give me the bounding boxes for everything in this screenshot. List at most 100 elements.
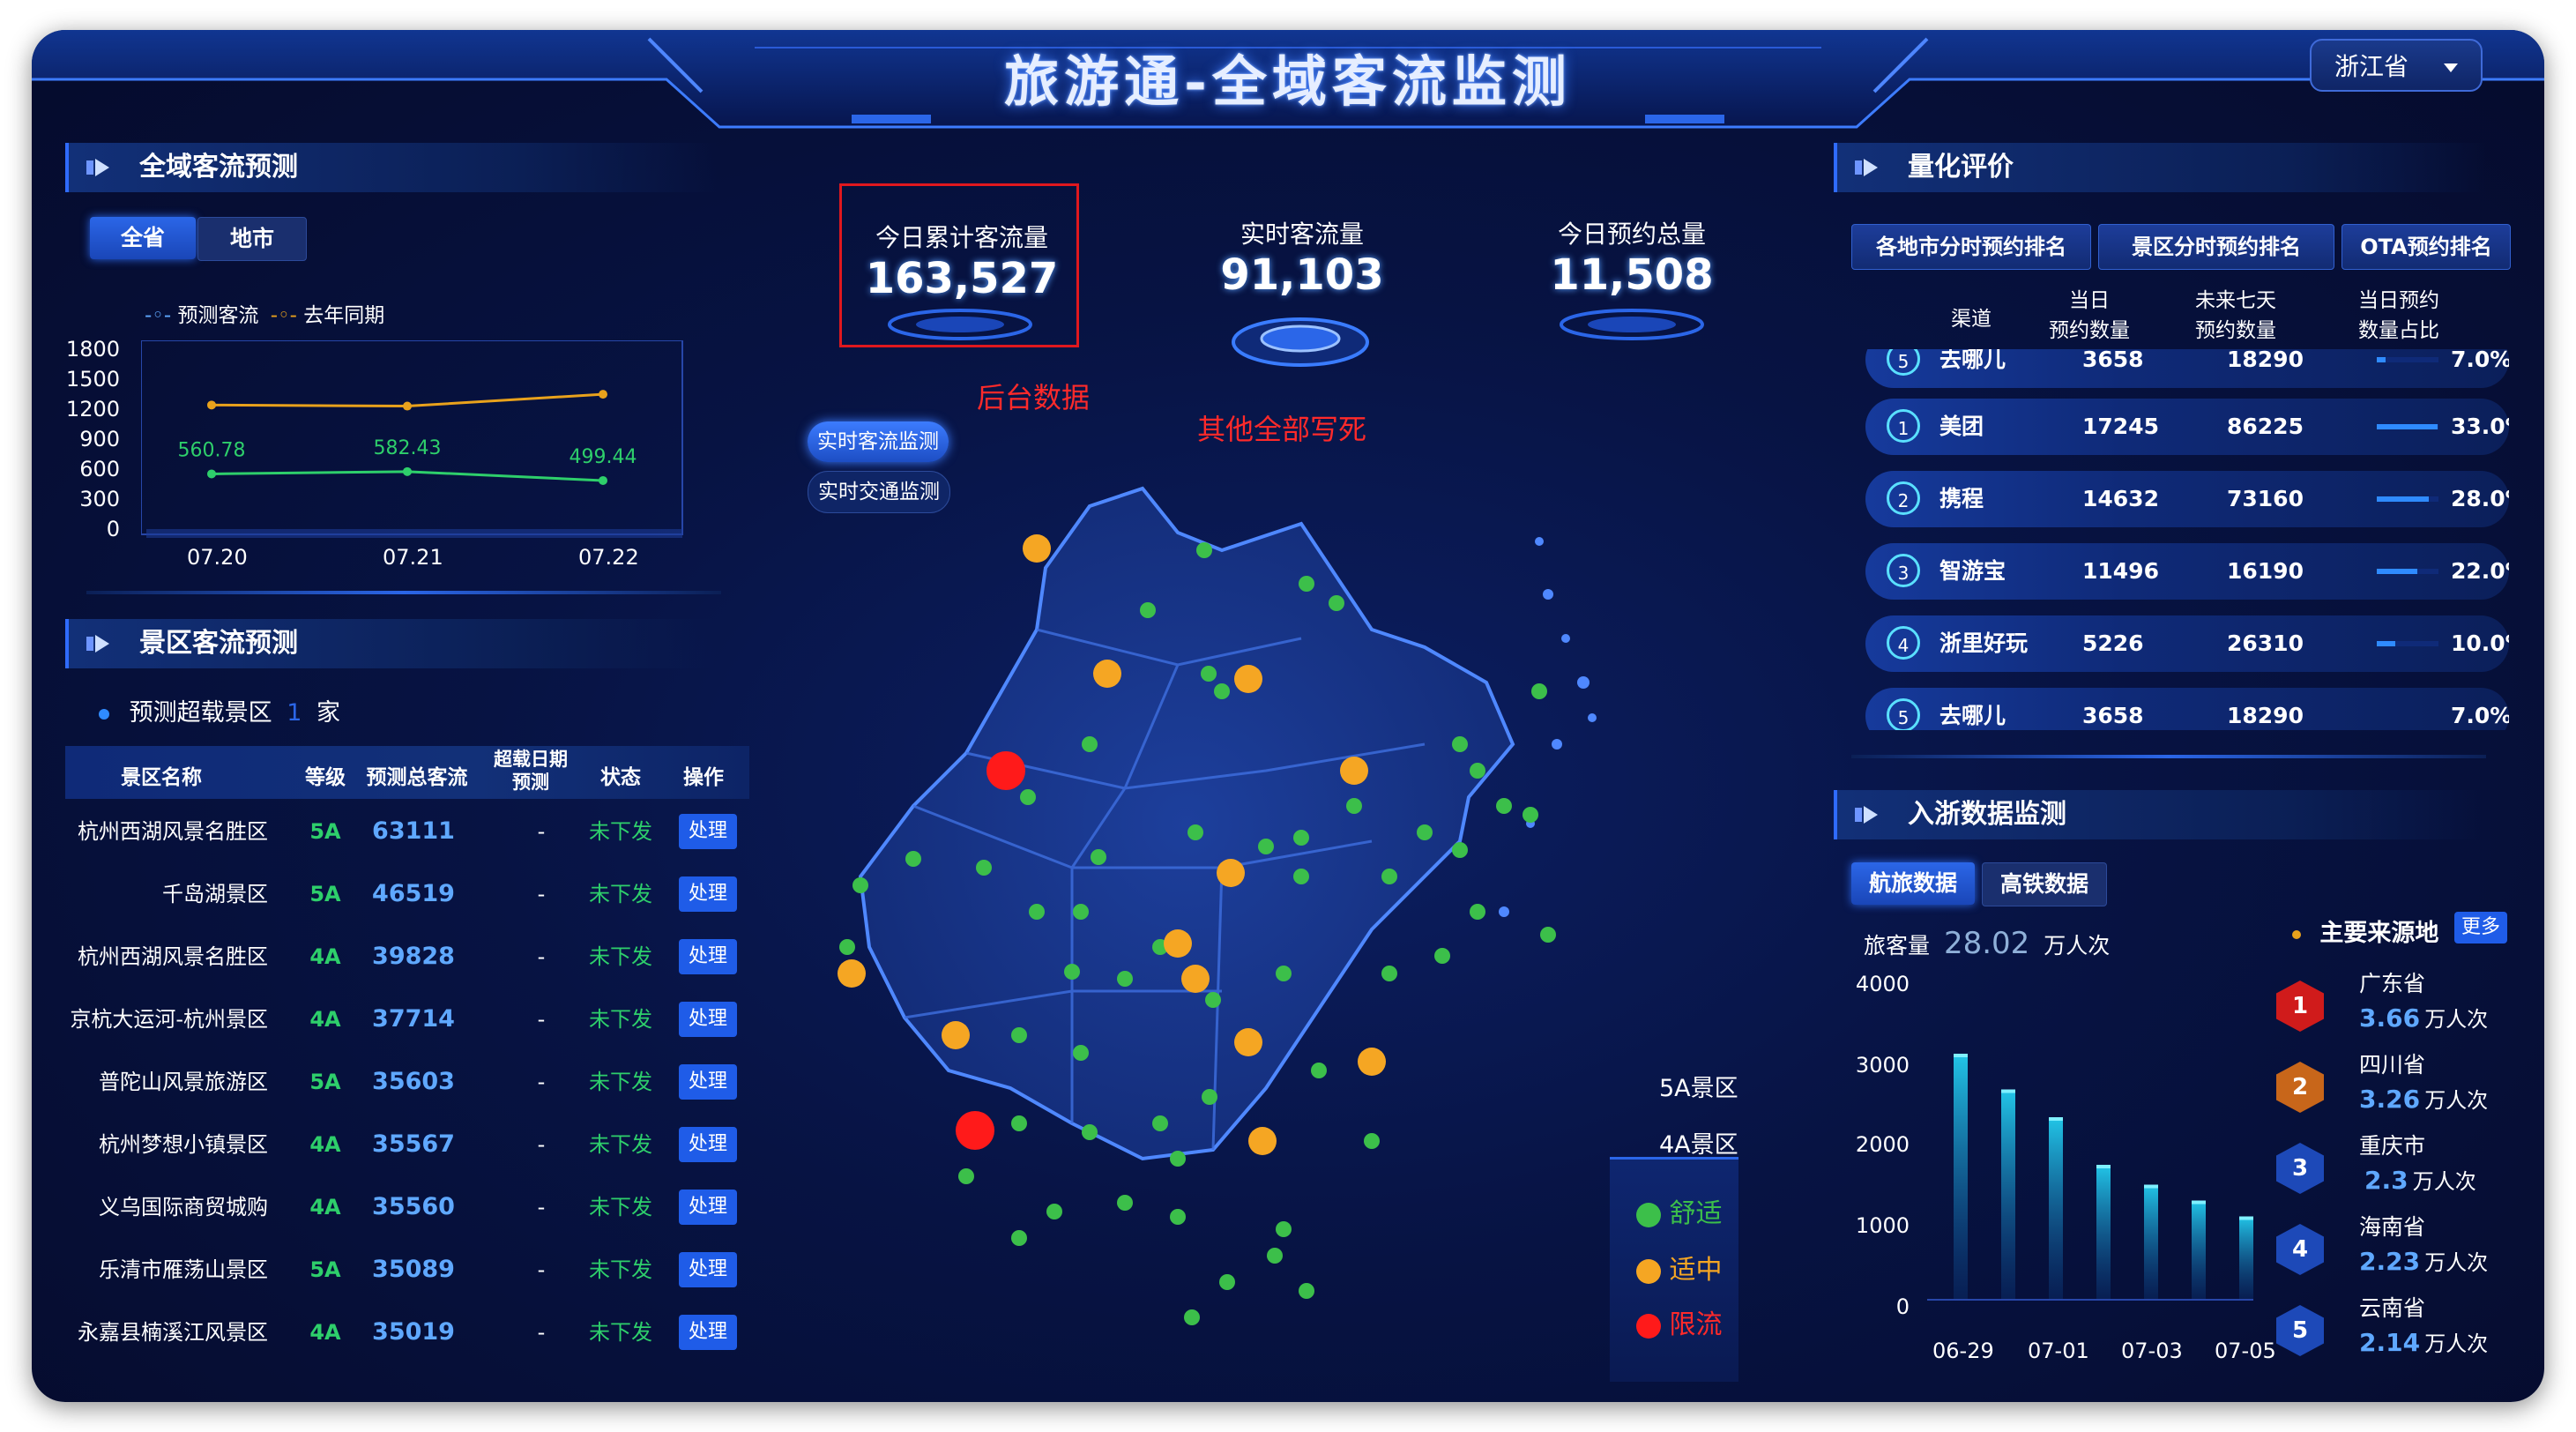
col-week: 未来七天 预约数量 [2195, 289, 2276, 342]
rank-badge: 3 [1887, 554, 1920, 587]
forecast-title: 全域客流预测 [139, 152, 298, 183]
row-level: 4A [309, 1320, 341, 1345]
y-tick: 1000 [1855, 1213, 1910, 1238]
scenic-title: 景区客流预测 [139, 628, 298, 659]
process-button[interactable]: 处理 [679, 1002, 737, 1037]
process-button[interactable]: 处理 [679, 1252, 737, 1287]
source-item: 2 四川省 3.26 万人次 [2276, 1048, 2505, 1132]
row-total: 39828 [372, 943, 455, 970]
source-item: 5 云南省 2.14 万人次 [2276, 1291, 2505, 1376]
tab-city-ranking[interactable]: 各地市分时预约排名 [1851, 224, 2091, 270]
scenic-dot [1496, 798, 1512, 814]
ota-ratio: 10.0% [2451, 630, 2509, 656]
scenic-dot [1117, 971, 1133, 987]
tab-province[interactable]: 全省 [90, 217, 196, 259]
y-tick: 1800 [65, 337, 120, 362]
overload-unit: 家 [316, 699, 340, 727]
process-button[interactable]: 处理 [679, 876, 737, 912]
process-button[interactable]: 处理 [679, 1064, 737, 1100]
scenic-dot [956, 1111, 994, 1150]
bar-cap [2192, 1200, 2206, 1205]
scenic-dot [976, 860, 992, 876]
rank-badge: 4 [1887, 626, 1920, 660]
data-point [599, 475, 607, 485]
more-button[interactable]: 更多 [2454, 912, 2508, 943]
row-total: 35567 [372, 1130, 455, 1158]
data-label: 560.78 [178, 439, 246, 461]
overload-count: 1 [287, 699, 302, 727]
ota-week: 18290 [2227, 349, 2304, 372]
inbound-bar-chart [1927, 1054, 2253, 1301]
scenic-dot [1540, 927, 1556, 943]
row-name: 京杭大运河-杭州景区 [70, 1007, 268, 1032]
eval-panel-title: 量化评价 [1834, 143, 2486, 192]
scenic-dot [1046, 1204, 1062, 1219]
scenic-panel-title: 景区客流预测 [65, 619, 718, 668]
tab-city[interactable]: 地市 [197, 217, 307, 261]
process-button[interactable]: 处理 [679, 1315, 737, 1350]
scenic-dot [1340, 757, 1368, 785]
source-value-line: 3.66 万人次 [2359, 1003, 2489, 1033]
tab-scenic-ranking[interactable]: 景区分时预约排名 [2098, 224, 2334, 270]
col-name: 景区名称 [121, 766, 202, 789]
tab-rail-data[interactable]: 高铁数据 [1982, 862, 2107, 906]
bar [2192, 1200, 2206, 1300]
inbound-title: 入浙数据监测 [1908, 799, 2066, 830]
x-tick: 06-29 [1932, 1339, 1994, 1363]
scenic-dot [1293, 869, 1309, 884]
scenic-dot [1531, 683, 1547, 699]
scenic-dot [1299, 576, 1314, 592]
data-point [207, 469, 216, 479]
forecast-panel-title: 全域客流预测 [65, 143, 718, 192]
scenic-dot [1452, 842, 1468, 858]
scenic-dot [905, 851, 921, 867]
y-tick: 900 [79, 427, 120, 451]
row-state: 未下发 [589, 1257, 652, 1282]
legend-moderate: 适中 [1636, 1248, 1723, 1287]
table-row: 杭州梦想小镇景区 4A 35567 - 未下发 处理 [65, 1114, 749, 1175]
bar [2096, 1165, 2111, 1300]
source-province: 云南省 [2359, 1295, 2426, 1321]
scenic-dot [1093, 660, 1121, 688]
bar-cap [2239, 1216, 2253, 1220]
row-date: - [537, 1257, 546, 1282]
row-total: 35603 [372, 1068, 455, 1095]
scenic-dot [1267, 1248, 1283, 1264]
overload-label: 预测超载景区 [129, 699, 272, 727]
scenic-dot [1164, 929, 1192, 958]
scenic-dot [1276, 1221, 1292, 1237]
province-select[interactable]: 浙江省 [2310, 39, 2483, 92]
process-button[interactable]: 处理 [679, 1127, 737, 1162]
table-row: 杭州西湖风景名胜区 4A 39828 - 未下发 处理 [65, 926, 749, 988]
ota-ranking-list: 5 去哪儿 3658 18290 7.0% 1 美团 17245 86225 3… [1834, 349, 2509, 730]
scenic-dot [1470, 904, 1485, 920]
ota-row: 5 去哪儿 3658 18290 7.0% [1865, 349, 2509, 388]
bar [2049, 1117, 2063, 1300]
process-button[interactable]: 处理 [679, 1190, 737, 1225]
ota-name: 去哪儿 [1939, 349, 2006, 372]
ota-week: 86225 [2227, 414, 2304, 439]
kpi-pedestal-icon [1560, 309, 1704, 340]
ratio-track [2377, 357, 2438, 362]
data-point [599, 390, 607, 399]
tab-flight-data[interactable]: 航旅数据 [1851, 862, 1975, 905]
kpi-total-label: 今日累计客流量 [875, 223, 1048, 252]
scenic-dot [1082, 1124, 1098, 1140]
ota-today: 5226 [2082, 630, 2144, 656]
process-button[interactable]: 处理 [679, 814, 737, 849]
divider [1851, 755, 2486, 758]
row-state: 未下发 [589, 882, 652, 906]
scenic-dot [942, 1021, 970, 1049]
tab-ota-ranking[interactable]: OTA预约排名 [2341, 224, 2511, 270]
ota-ratio: 28.0% [2451, 486, 2509, 511]
x-tick: 07.20 [187, 545, 248, 570]
scenic-dot [1187, 824, 1203, 840]
scenic-dot [1299, 1283, 1314, 1299]
inbound-panel-title: 入浙数据监测 [1834, 790, 2486, 839]
kpi-realtime-label: 实时客流量 [1240, 220, 1364, 249]
process-button[interactable]: 处理 [679, 939, 737, 974]
row-total: 35560 [372, 1193, 455, 1220]
row-name: 千岛湖景区 [162, 882, 268, 906]
scenic-dot [1452, 736, 1468, 752]
row-date: - [537, 819, 546, 844]
